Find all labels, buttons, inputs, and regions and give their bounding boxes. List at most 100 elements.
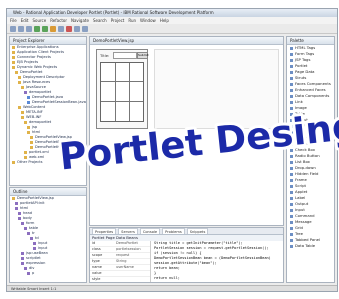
folder-icon — [12, 45, 15, 49]
menu-source[interactable]: Source — [32, 17, 46, 24]
property-row[interactable]: style — [90, 277, 150, 282]
main-toolbar — [7, 24, 337, 34]
outline-item-label: input — [38, 241, 48, 245]
menu-run[interactable]: Run — [128, 17, 136, 24]
outline-item-label: tr — [32, 231, 35, 235]
menu-search[interactable]: Search — [93, 17, 107, 24]
palette-item-icon — [290, 202, 293, 206]
palette-item-label: Data Table — [295, 243, 316, 248]
outline-item-label: scriptlet — [26, 256, 41, 260]
menu-file[interactable]: File — [10, 17, 17, 24]
editor-tab[interactable]: DemoPortletView.jsp — [90, 37, 283, 45]
outline-item-label: DemoPortletView.jsp — [17, 196, 54, 200]
run-icon[interactable] — [34, 25, 40, 32]
palette-item[interactable]: Data Table — [287, 243, 334, 249]
menu-edit[interactable]: Edit — [21, 17, 29, 24]
explorer-item-label: Enterprise Applications — [17, 45, 59, 49]
menu-window[interactable]: Window — [140, 17, 156, 24]
menu-help[interactable]: Help — [160, 17, 169, 24]
palette-item-icon — [290, 190, 293, 194]
property-value[interactable]: DemoPortlet — [116, 241, 150, 246]
tab-snippets[interactable]: Snippets — [186, 228, 209, 234]
tag-icon — [18, 216, 21, 220]
table-row-divider — [101, 81, 143, 82]
tag-icon — [24, 266, 27, 270]
outline-item-label: table — [29, 226, 39, 230]
bottom-tabs: Properties Servers Console Problems Snippets — [90, 228, 283, 235]
outline-item-label: div — [29, 266, 35, 270]
palette-item-label: Frame — [295, 177, 307, 182]
save-icon[interactable] — [18, 25, 24, 32]
back-icon[interactable] — [74, 25, 80, 32]
palette-item-label: HTML Tags — [295, 45, 316, 50]
tab-properties[interactable]: Properties — [92, 228, 117, 234]
property-key: style — [92, 277, 101, 281]
outline-item-label: td — [35, 236, 39, 240]
stop-icon[interactable] — [66, 25, 72, 32]
property-key: value — [92, 271, 102, 275]
outline-item[interactable]: p — [12, 271, 86, 276]
palette-title: Palette — [287, 37, 334, 45]
search-icon[interactable] — [58, 25, 64, 32]
property-key: id — [92, 241, 96, 245]
tab-servers[interactable]: Servers — [118, 228, 138, 234]
property-value[interactable] — [116, 271, 150, 276]
palette-item-icon — [290, 88, 293, 92]
menu-project[interactable]: Project — [111, 17, 125, 24]
folder-icon — [18, 80, 21, 84]
property-value[interactable]: String — [116, 259, 150, 264]
tag-icon — [27, 271, 30, 275]
menu-navigate[interactable]: Navigate — [71, 17, 89, 24]
tab-problems[interactable]: Problems — [162, 228, 185, 234]
explorer-item-label: Connector Projects — [17, 55, 51, 59]
title-input[interactable] — [113, 52, 137, 59]
tag-icon — [15, 201, 18, 205]
new-icon[interactable] — [10, 25, 16, 32]
submit-button[interactable]: Submit — [137, 52, 149, 59]
tag-icon — [33, 241, 36, 245]
title-label: Title: — [100, 53, 110, 58]
tag-icon — [21, 261, 24, 265]
palette-item-icon — [290, 208, 293, 212]
explorer-item-label: Deployment Descriptor — [23, 75, 65, 79]
tag-icon — [21, 251, 24, 255]
debug-icon[interactable] — [42, 25, 48, 32]
palette-item-label: Script — [295, 183, 307, 188]
code-line[interactable]: return null; — [154, 276, 283, 281]
palette-item-icon — [290, 220, 293, 224]
palette-item-icon — [290, 76, 293, 80]
palette-item-label: Page Data — [295, 69, 315, 74]
property-value[interactable]: userName — [116, 265, 150, 270]
palette-item-label: Grid — [295, 225, 303, 230]
project-explorer-title: Project Explorer — [10, 37, 86, 45]
outline-pane: Outline DemoPortletView.jsp portletAPI:in… — [9, 187, 87, 283]
property-value[interactable]: portletsession — [116, 247, 150, 252]
palette-item-icon — [290, 238, 293, 242]
property-value[interactable]: request — [116, 253, 150, 258]
menu-refactor[interactable]: Refactor — [50, 17, 67, 24]
outline-title: Outline — [10, 188, 86, 196]
property-key: name — [92, 265, 102, 269]
palette-item-label: Command — [295, 213, 315, 218]
folder-icon — [12, 65, 15, 69]
palette-item-label: Applet — [295, 189, 308, 194]
palette-item-icon — [290, 64, 293, 68]
print-icon[interactable] — [26, 25, 32, 32]
palette-item-label: Message — [295, 219, 312, 224]
window-title: Web - Rational Application Developer Por… — [7, 9, 337, 17]
explorer-item-label: Dynamic Web Projects — [17, 65, 58, 69]
file-icon — [12, 196, 15, 200]
palette-item-label: Label — [295, 195, 306, 200]
property-key: type — [92, 259, 100, 263]
outline-item-label: html — [20, 206, 29, 210]
file-icon — [18, 75, 21, 79]
folder-icon — [12, 55, 15, 59]
forward-icon[interactable] — [82, 25, 88, 32]
outline-item-label: p — [32, 271, 35, 275]
tab-console[interactable]: Console — [139, 228, 161, 234]
folder-icon — [12, 60, 15, 64]
outline-item-label: form — [26, 221, 35, 225]
property-value[interactable] — [116, 277, 150, 282]
project-icon — [15, 70, 18, 74]
open-type-icon[interactable] — [50, 25, 56, 32]
